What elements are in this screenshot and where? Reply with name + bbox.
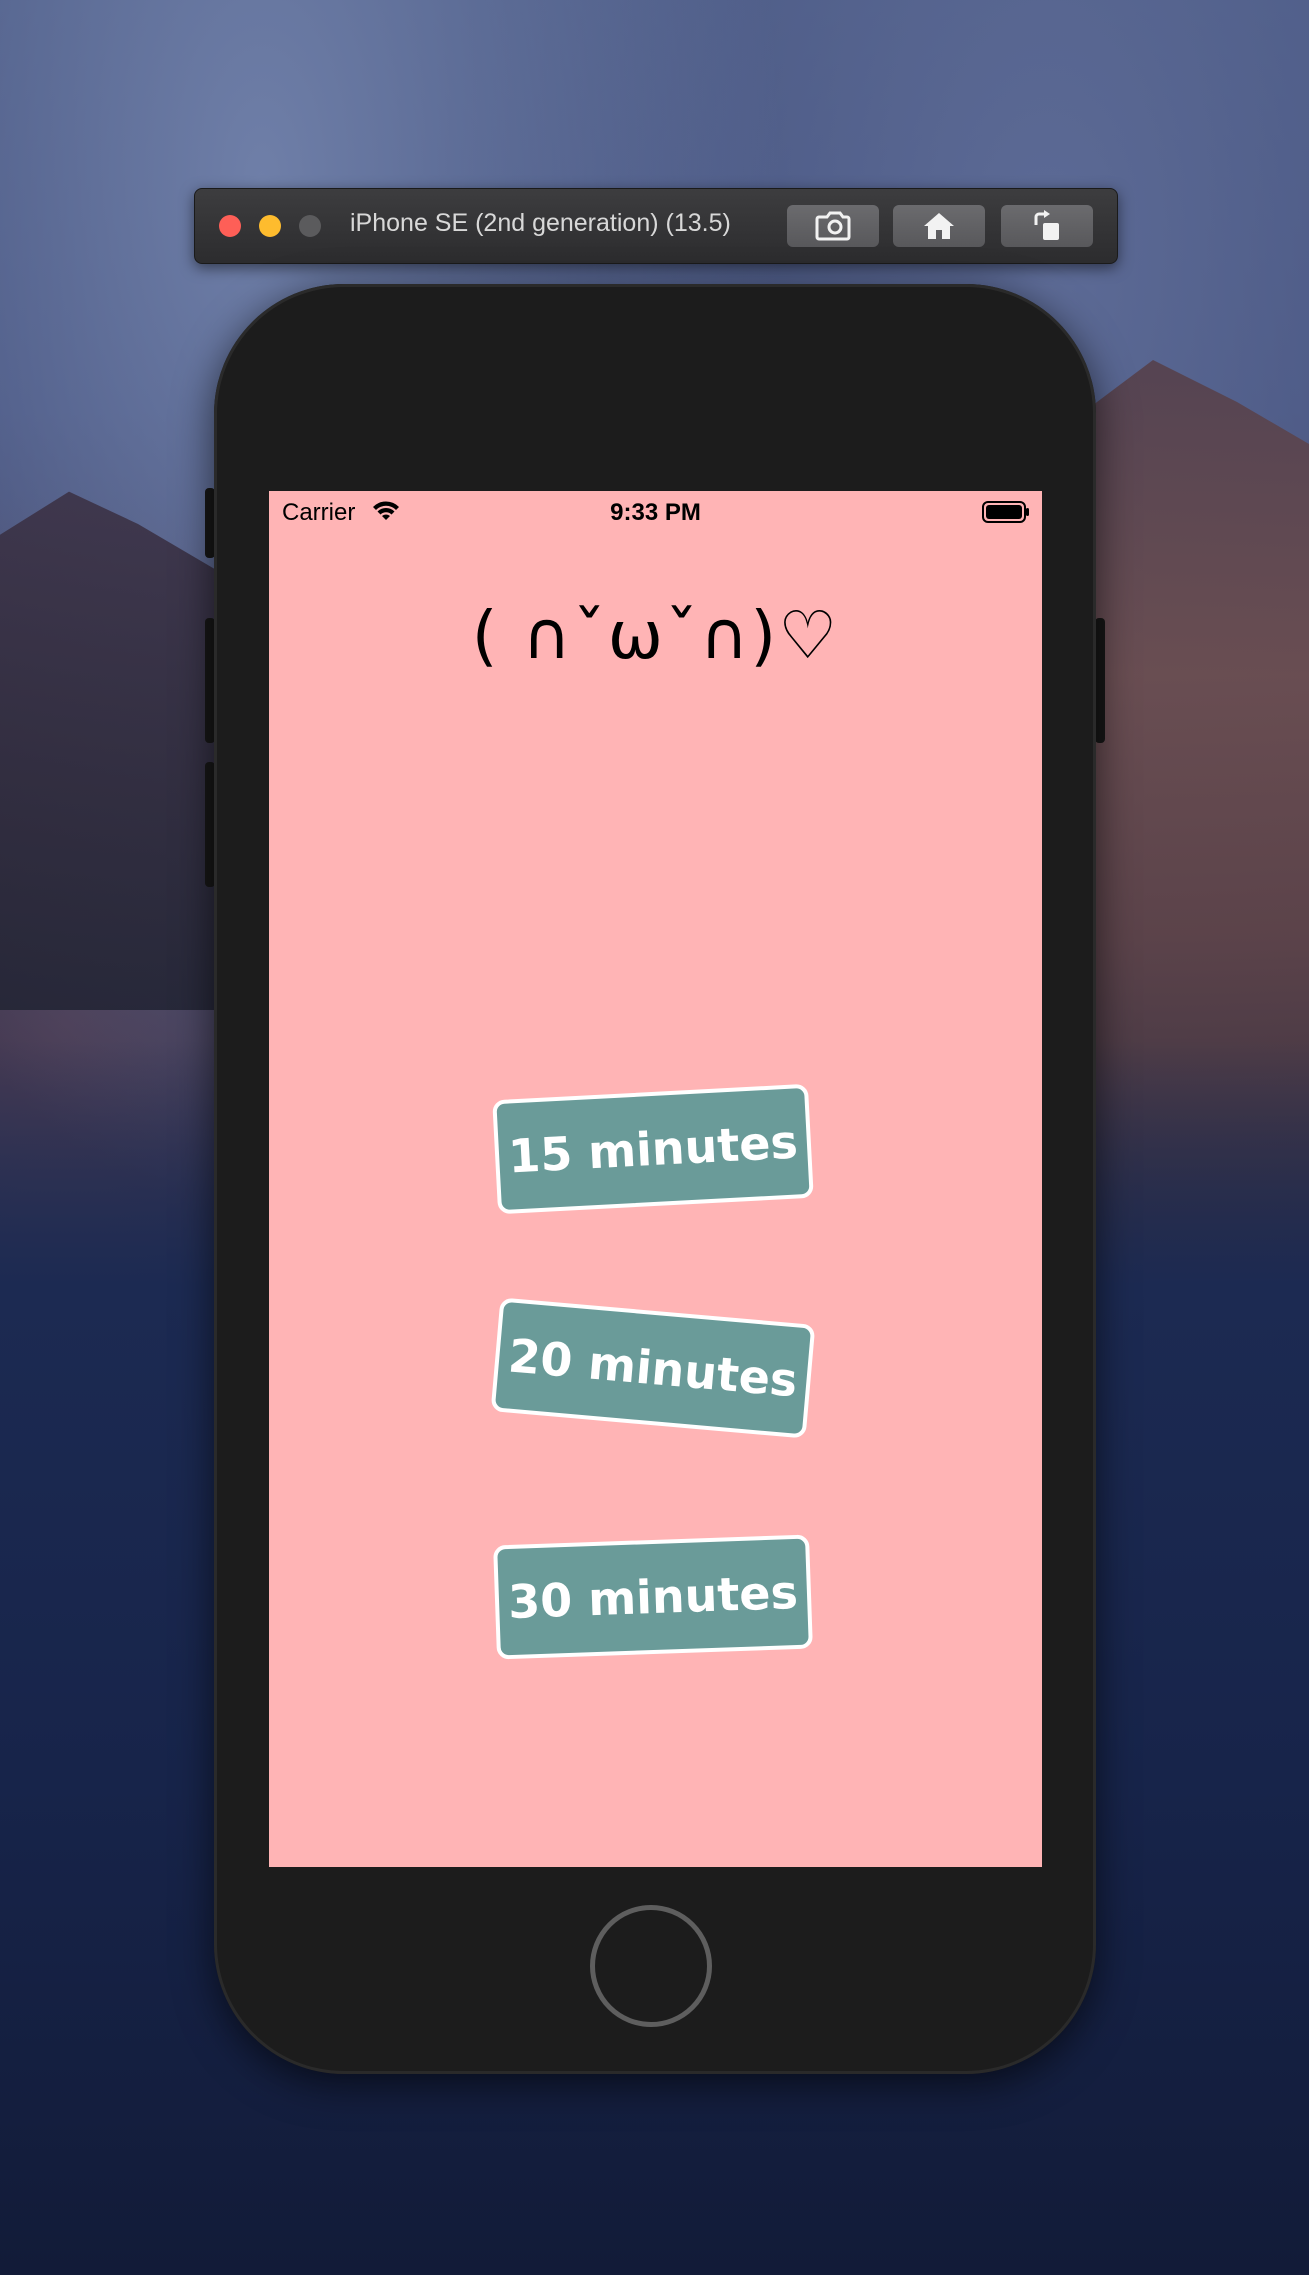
- camera-icon: [815, 210, 851, 242]
- 20-minutes-button[interactable]: 20 minutes: [490, 1297, 816, 1439]
- close-window-button[interactable]: [219, 215, 241, 237]
- simulator-title: iPhone SE (2nd generation) (13.5): [350, 209, 731, 237]
- 15-minutes-button[interactable]: 15 minutes: [492, 1083, 814, 1215]
- home-icon: [922, 211, 956, 241]
- phone-home-button[interactable]: [590, 1905, 712, 2027]
- status-bar: Carrier 9:33 PM: [269, 491, 1042, 531]
- simulator-title-bar: iPhone SE (2nd generation) (13.5): [194, 188, 1118, 264]
- kaomoji-heading: ( ∩ˇωˇ∩)♡: [471, 597, 840, 674]
- screenshot-button[interactable]: [787, 205, 879, 247]
- battery-icon: [982, 501, 1030, 528]
- rotate-icon: [1030, 209, 1064, 243]
- 20-minutes-label: 20 minutes: [506, 1328, 800, 1408]
- power-button: [1095, 618, 1105, 743]
- minimize-window-button[interactable]: [259, 215, 281, 237]
- zoom-window-button[interactable]: [299, 215, 321, 237]
- phone-screen: Carrier 9:33 PM ( ∩ˇωˇ∩)♡ 15 minutes 20 …: [269, 491, 1042, 1867]
- 30-minutes-button[interactable]: 30 minutes: [493, 1534, 813, 1660]
- rotate-button[interactable]: [1001, 205, 1093, 247]
- 30-minutes-label: 30 minutes: [507, 1564, 799, 1630]
- wallpaper-mountain-left: [0, 491, 230, 1010]
- home-sim-button[interactable]: [893, 205, 985, 247]
- status-time: 9:33 PM: [610, 499, 701, 526]
- 15-minutes-label: 15 minutes: [506, 1114, 800, 1184]
